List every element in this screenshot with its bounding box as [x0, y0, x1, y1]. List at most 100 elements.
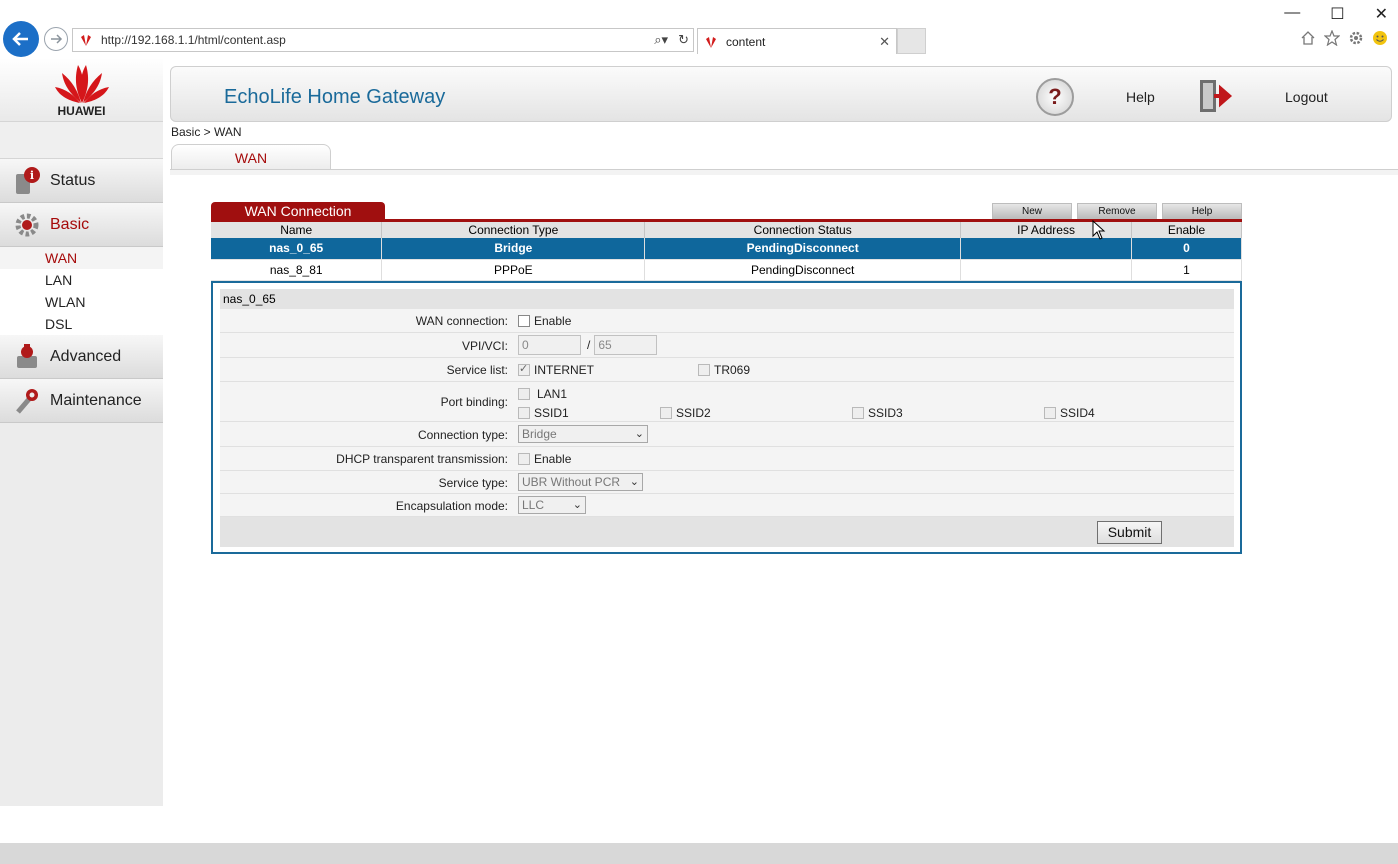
- label-encapsulation: Encapsulation mode:: [395, 499, 508, 513]
- logo-wordmark: HUAWEI: [57, 104, 106, 118]
- ssid1-label: SSID1: [534, 406, 569, 420]
- row-dhcp-transparent: DHCP transparent transmission: Enable: [220, 447, 1234, 471]
- huawei-logo: HUAWEI: [0, 58, 163, 122]
- new-button[interactable]: New: [992, 203, 1072, 219]
- col-header-connection-status: Connection Status: [644, 222, 962, 238]
- lan1-checkbox[interactable]: [518, 388, 530, 400]
- browser-tab[interactable]: content ✕: [697, 28, 897, 54]
- new-tab-button[interactable]: [897, 28, 926, 54]
- connection-detail-panel: nas_0_65 WAN connection: Enable VPI/VCI:…: [211, 281, 1242, 554]
- table-row[interactable]: nas_8_81 PPPoE PendingDisconnect 1: [211, 259, 1242, 281]
- row-connection-type: Connection type: Bridge ⌄: [220, 422, 1234, 447]
- tab-wan[interactable]: WAN: [171, 144, 331, 170]
- advanced-tools-icon: [12, 342, 42, 372]
- tab-divider: [170, 169, 1398, 175]
- help-button[interactable]: Help: [1162, 203, 1242, 219]
- logout-link[interactable]: Logout: [1285, 89, 1328, 105]
- wan-enable-checkbox[interactable]: [518, 315, 530, 327]
- connection-type-value: Bridge: [522, 427, 557, 441]
- label-wan-connection: WAN connection:: [415, 314, 508, 328]
- mouse-cursor-icon: [1092, 219, 1106, 240]
- sidebar-label-advanced: Advanced: [50, 347, 122, 365]
- vpi-vci-separator: /: [587, 338, 591, 352]
- sidebar-item-maintenance[interactable]: Maintenance: [0, 379, 163, 423]
- encapsulation-select[interactable]: LLC ⌄: [518, 496, 586, 514]
- cell-enable: 1: [1131, 259, 1242, 281]
- breadcrumb: Basic > WAN: [171, 125, 242, 139]
- tr069-checkbox[interactable]: [698, 364, 710, 376]
- row-service-type: Service type: UBR Without PCR ⌄: [220, 471, 1234, 494]
- remove-button[interactable]: Remove: [1077, 203, 1157, 219]
- row-wan-connection: WAN connection: Enable: [220, 309, 1234, 333]
- forward-button[interactable]: [44, 27, 68, 51]
- back-button[interactable]: [3, 21, 39, 57]
- label-service-type: Service type:: [438, 476, 508, 490]
- favorites-star-icon[interactable]: [1323, 29, 1341, 47]
- cell-ip: [960, 238, 1133, 260]
- submenu-item-wan[interactable]: WAN: [0, 247, 163, 269]
- table-row[interactable]: nas_0_65 Bridge PendingDisconnect 0: [211, 238, 1242, 260]
- minimize-icon[interactable]: —: [1284, 4, 1300, 24]
- wan-connection-title: WAN Connection: [211, 202, 385, 220]
- lan1-label: LAN1: [537, 387, 568, 401]
- close-tab-icon[interactable]: ✕: [879, 34, 890, 50]
- ssid4-checkbox[interactable]: [1044, 407, 1056, 419]
- tab-title: content: [726, 34, 766, 49]
- ssid2-checkbox[interactable]: [660, 407, 672, 419]
- search-icon[interactable]: ⌕▾: [654, 32, 668, 48]
- maximize-icon[interactable]: ☐: [1330, 4, 1344, 24]
- cell-status: PendingDisconnect: [644, 238, 962, 260]
- submit-button[interactable]: Submit: [1097, 521, 1162, 544]
- service-type-value: UBR Without PCR: [522, 475, 621, 489]
- row-vpi-vci: VPI/VCI: 0 / 65: [220, 333, 1234, 358]
- service-type-select[interactable]: UBR Without PCR ⌄: [518, 473, 643, 491]
- basic-submenu: WAN LAN WLAN DSL: [0, 247, 163, 335]
- arrow-left-icon: [12, 32, 28, 46]
- submenu-item-dsl[interactable]: DSL: [0, 313, 163, 335]
- chevron-down-icon: ⌄: [629, 476, 639, 488]
- svg-text:i: i: [30, 169, 34, 182]
- sidebar: HUAWEI i Status Basic WAN LAN WLAN DSL A…: [0, 58, 163, 806]
- submenu-item-wlan[interactable]: WLAN: [0, 291, 163, 313]
- internet-checkbox[interactable]: [518, 362, 530, 376]
- home-icon[interactable]: [1300, 30, 1316, 46]
- ssid1-checkbox[interactable]: [518, 407, 530, 419]
- row-encapsulation: Encapsulation mode: LLC ⌄: [220, 494, 1234, 517]
- address-bar[interactable]: http://192.168.1.1/html/content.asp ⌕▾ ↻: [72, 28, 694, 52]
- wan-enable-label: Enable: [534, 314, 572, 328]
- tr069-label: TR069: [714, 363, 751, 377]
- ssid2-label: SSID2: [676, 406, 711, 420]
- huawei-logo-icon: [54, 65, 109, 103]
- sidebar-label-status: Status: [50, 171, 96, 189]
- ssid3-checkbox[interactable]: [852, 407, 864, 419]
- wrench-icon: [12, 386, 42, 416]
- refresh-icon[interactable]: ↻: [678, 32, 689, 48]
- col-header-connection-type: Connection Type: [381, 222, 646, 238]
- submenu-item-lan[interactable]: LAN: [0, 269, 163, 291]
- cell-status: PendingDisconnect: [644, 259, 962, 281]
- address-url: http://192.168.1.1/html/content.asp: [101, 33, 286, 47]
- sidebar-item-status[interactable]: i Status: [0, 159, 163, 203]
- close-window-icon[interactable]: ✕: [1375, 4, 1388, 24]
- sidebar-spacer: [0, 122, 163, 159]
- connection-type-select[interactable]: Bridge ⌄: [518, 425, 648, 443]
- logout-door-icon[interactable]: [1198, 78, 1236, 114]
- settings-gear-icon[interactable]: [1348, 30, 1364, 46]
- help-question-icon[interactable]: ?: [1036, 78, 1074, 116]
- huawei-favicon-icon: [79, 34, 93, 46]
- help-link[interactable]: Help: [1126, 89, 1155, 105]
- vpi-input[interactable]: 0: [518, 335, 581, 355]
- submit-row: Submit: [220, 517, 1234, 547]
- sidebar-item-advanced[interactable]: Advanced: [0, 335, 163, 379]
- dhcp-enable-checkbox[interactable]: [518, 453, 530, 465]
- gear-icon: [12, 210, 42, 240]
- smiley-feedback-icon[interactable]: [1372, 30, 1388, 46]
- detail-heading: nas_0_65: [220, 289, 1234, 309]
- cell-name: nas_8_81: [211, 259, 383, 281]
- label-connection-type: Connection type:: [417, 428, 508, 442]
- internet-label: INTERNET: [534, 363, 594, 377]
- cell-enable: 0: [1131, 238, 1242, 260]
- arrow-right-icon: [51, 34, 63, 44]
- vci-input[interactable]: 65: [594, 335, 658, 355]
- sidebar-item-basic[interactable]: Basic: [0, 203, 163, 247]
